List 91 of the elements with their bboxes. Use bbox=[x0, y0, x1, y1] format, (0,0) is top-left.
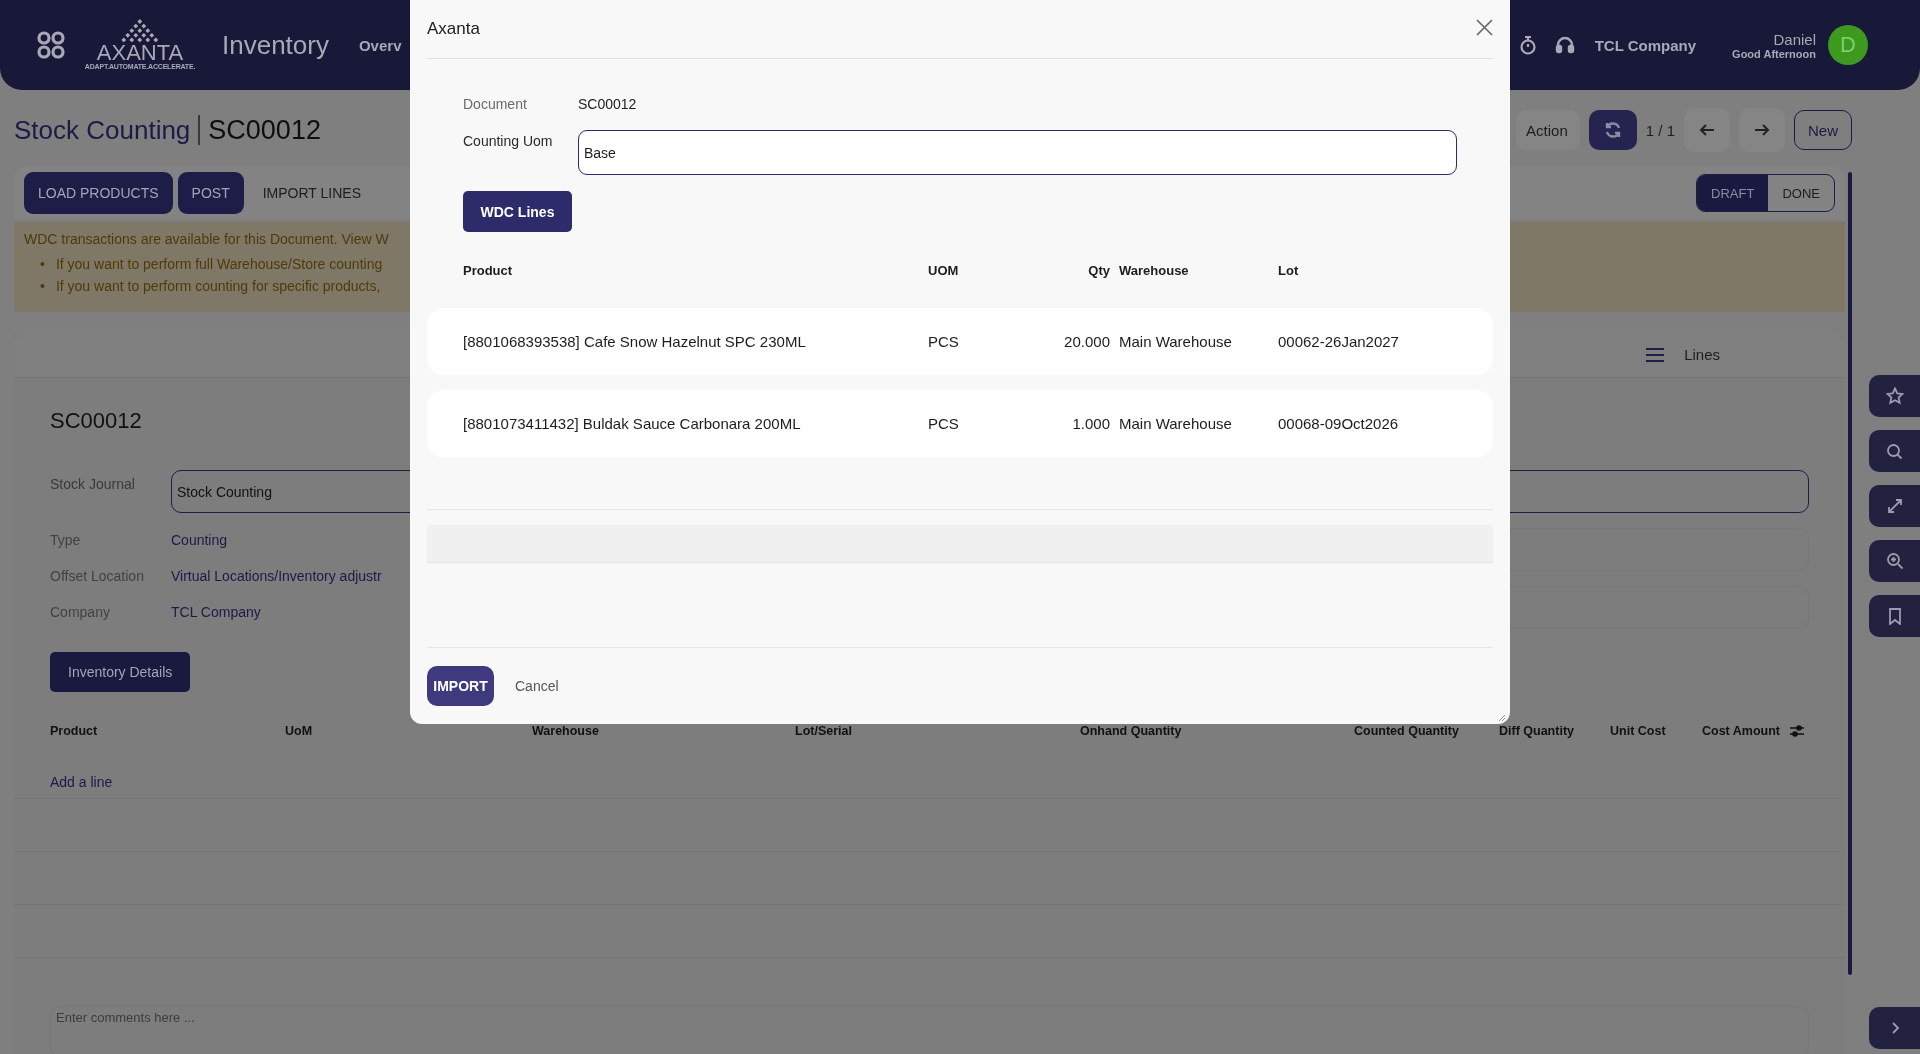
alert-bullet: If you want to perform counting for specific products, bbox=[55, 277, 381, 296]
cancel-button[interactable]: Cancel bbox=[509, 677, 565, 695]
chevron-right-icon bbox=[1889, 1022, 1900, 1034]
previous-button[interactable] bbox=[1684, 108, 1730, 152]
import-button[interactable]: IMPORT bbox=[427, 666, 494, 706]
new-button[interactable]: New bbox=[1794, 110, 1852, 150]
column-header: Warehouse bbox=[532, 724, 599, 738]
star-button[interactable] bbox=[1869, 375, 1920, 417]
status-step[interactable]: DRAFT bbox=[1697, 175, 1769, 211]
expand-icon bbox=[1886, 498, 1903, 514]
action-button[interactable]: Action bbox=[1516, 110, 1580, 150]
table-cell: PCS bbox=[928, 415, 959, 432]
column-header: Counted Quantity bbox=[1354, 724, 1459, 738]
resize-grip-icon[interactable] bbox=[1498, 714, 1506, 722]
pager-text: 1 / 1 bbox=[1645, 121, 1675, 139]
action-button[interactable]: POST bbox=[177, 172, 244, 214]
logo-text: AXANTA bbox=[96, 43, 184, 63]
column-header: Cost Amount bbox=[1702, 724, 1780, 738]
table-cell-text: 1.000 bbox=[1072, 415, 1111, 432]
add-line-link[interactable]: Add a line bbox=[50, 774, 113, 790]
import-lines-link[interactable]: IMPORT LINES bbox=[248, 185, 375, 201]
alert-bullet: If you want to perform full Warehouse/Store counting bbox=[55, 255, 383, 274]
apps-icon[interactable] bbox=[36, 30, 66, 60]
inventory-details-button[interactable]: Inventory Details bbox=[50, 652, 191, 692]
comments-field[interactable]: Enter comments here ... bbox=[50, 1006, 1809, 1054]
table-row[interactable]: [8801073411432] Buldak Sauce Carbonara 200ML PCS 1.000 Main Warehouse 00068-09Oct2026 bbox=[427, 390, 1493, 457]
zoom-in-icon bbox=[1885, 552, 1904, 570]
arrow-left-icon bbox=[1699, 123, 1715, 137]
table-cell: Main Warehouse bbox=[1119, 333, 1232, 350]
field-label: Counting Uom bbox=[463, 132, 553, 149]
wdc-lines-button[interactable]: WDC Lines bbox=[463, 191, 572, 232]
greeting: Good Afternoon bbox=[1732, 47, 1816, 60]
column-header: Qty bbox=[1088, 262, 1111, 278]
field-label: Stock Journal bbox=[50, 475, 135, 492]
bullet-marker: • bbox=[40, 277, 45, 296]
breadcrumb-link[interactable]: Stock Counting bbox=[14, 114, 191, 146]
table-cell: [8801073411432] Buldak Sauce Carbonara 200ML bbox=[463, 415, 801, 432]
field-value: SC00012 bbox=[578, 96, 637, 112]
record-heading: SC00012 bbox=[50, 408, 142, 433]
lines-tab[interactable]: Lines bbox=[1684, 346, 1720, 363]
field-label: Offset Location bbox=[50, 568, 144, 584]
company-name[interactable]: TCL Company bbox=[1594, 36, 1697, 54]
next-button[interactable] bbox=[1739, 108, 1785, 152]
table-cell: PCS bbox=[928, 333, 959, 350]
field-label: Company bbox=[50, 604, 110, 620]
table-cell: 00062-26Jan2027 bbox=[1278, 333, 1399, 350]
bookmark-icon bbox=[1887, 607, 1902, 625]
arrow-right-icon bbox=[1754, 123, 1770, 137]
record-title: SC00012 bbox=[208, 114, 321, 146]
field-value: Counting bbox=[171, 532, 228, 548]
field-label: Type bbox=[50, 532, 81, 548]
column-header: Lot bbox=[1278, 262, 1299, 278]
search-button[interactable] bbox=[1869, 430, 1920, 472]
table-cell: Main Warehouse bbox=[1119, 415, 1232, 432]
close-icon bbox=[1476, 19, 1493, 36]
table-cell-text: 20.000 bbox=[1064, 333, 1111, 350]
column-header: UoM bbox=[285, 724, 313, 738]
column-header: Product bbox=[463, 262, 513, 278]
table-cell: 00068-09Oct2026 bbox=[1278, 415, 1399, 432]
bookmark-button[interactable] bbox=[1869, 595, 1920, 637]
refresh-button[interactable] bbox=[1588, 110, 1637, 150]
table-cell: [8801068393538] Cafe Snow Hazelnut SPC 230ML bbox=[463, 333, 806, 350]
action-button[interactable]: LOAD PRODUCTS bbox=[24, 172, 173, 214]
menu-icon[interactable] bbox=[1646, 346, 1665, 363]
column-header: Lot/Serial bbox=[795, 724, 852, 738]
menu-item[interactable]: Overv bbox=[358, 36, 402, 54]
column-header: Product bbox=[50, 724, 98, 738]
column-header: UOM bbox=[928, 262, 959, 278]
dialog-title: Axanta bbox=[427, 19, 480, 39]
column-header: Warehouse bbox=[1119, 262, 1189, 278]
table-row[interactable]: [8801068393538] Cafe Snow Hazelnut SPC 230ML PCS 20.000 Main Warehouse 00062-26Jan2027 bbox=[427, 308, 1493, 375]
field-value: TCL Company bbox=[171, 604, 261, 620]
field-label: Document bbox=[463, 96, 527, 112]
column-header: Onhand Quantity bbox=[1080, 724, 1182, 738]
column-header: Unit Cost bbox=[1610, 724, 1666, 738]
user-name: Daniel bbox=[1773, 30, 1816, 48]
star-icon bbox=[1885, 387, 1904, 405]
settings-icon[interactable] bbox=[1790, 725, 1804, 737]
uom-field[interactable]: Base bbox=[578, 130, 1457, 175]
timer-icon[interactable] bbox=[1518, 35, 1537, 55]
alert-text: WDC transactions are available for this Document. View W bbox=[24, 230, 389, 249]
bullet-marker: • bbox=[40, 255, 45, 274]
headset-icon[interactable] bbox=[1554, 35, 1575, 55]
field-value: Virtual Locations/Inventory adjustr bbox=[171, 568, 382, 584]
search-icon bbox=[1886, 442, 1903, 460]
column-header: Diff Quantity bbox=[1499, 724, 1574, 738]
expand-panel-button[interactable] bbox=[1869, 1007, 1920, 1049]
expand-button[interactable] bbox=[1869, 485, 1920, 527]
zoom-in-button[interactable] bbox=[1869, 540, 1920, 582]
status-step[interactable]: DONE bbox=[1768, 175, 1834, 211]
app-title: Inventory bbox=[222, 29, 329, 61]
